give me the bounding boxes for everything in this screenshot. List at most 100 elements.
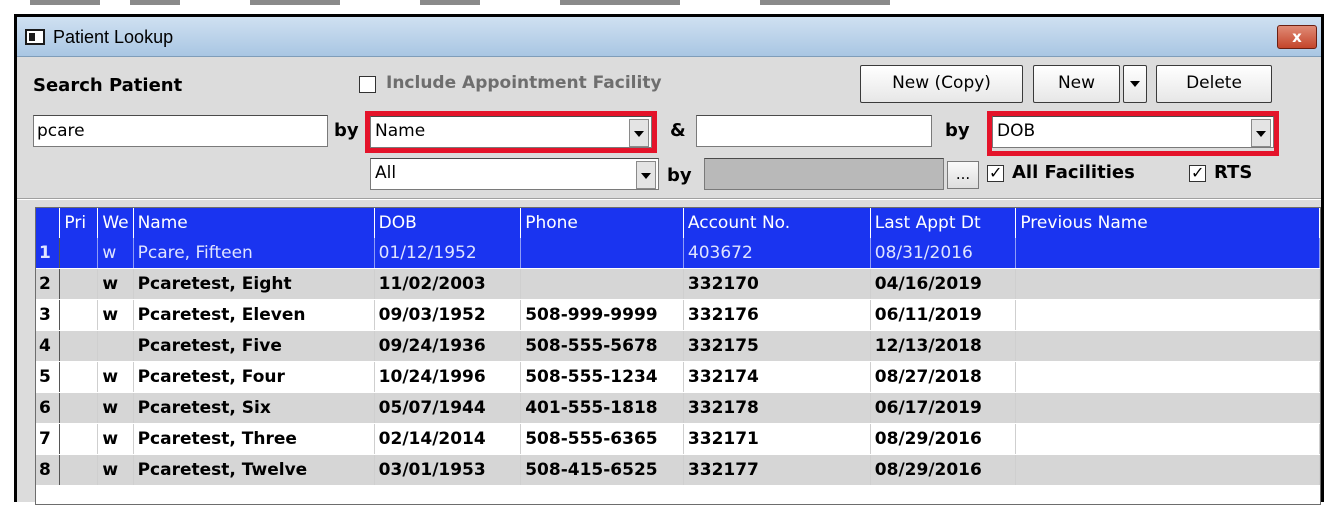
col-header-account[interactable]: Account No. bbox=[683, 208, 871, 238]
section-divider bbox=[17, 198, 1321, 200]
row-number: 7 bbox=[36, 423, 61, 455]
cell-phone: 508-555-1234 bbox=[520, 361, 684, 393]
col-header-dob[interactable]: DOB bbox=[374, 208, 522, 238]
cell-dob: 05/07/1944 bbox=[374, 392, 522, 424]
table-row[interactable]: 4 Pcaretest, Five 09/24/1936 508-555-567… bbox=[36, 330, 1320, 362]
cell-account: 332176 bbox=[683, 299, 871, 331]
col-header-we[interactable]: We bbox=[97, 208, 134, 238]
table-row[interactable]: 6 w Pcaretest, Six 05/07/1944 401-555-18… bbox=[36, 392, 1320, 424]
table-row[interactable]: 2 w Pcaretest, Eight 11/02/2003 332170 0… bbox=[36, 268, 1320, 300]
col-header-last-appt[interactable]: Last Appt Dt bbox=[870, 208, 1017, 238]
facility-input bbox=[704, 158, 944, 190]
rts-label: RTS bbox=[1214, 162, 1253, 183]
cell-last-appt: 08/31/2016 bbox=[870, 238, 1017, 269]
title-bar[interactable]: Patient Lookup x bbox=[17, 17, 1321, 57]
table-header: Pri We Name DOB Phone Account No. Last A… bbox=[36, 208, 1320, 238]
row-number: 8 bbox=[36, 454, 61, 486]
col-header-pri[interactable]: Pri bbox=[59, 208, 99, 238]
cell-account: 332171 bbox=[683, 423, 871, 455]
cell-account: 332175 bbox=[683, 330, 871, 362]
cell-pri bbox=[59, 423, 99, 455]
cell-last-appt: 12/13/2018 bbox=[870, 330, 1017, 362]
cell-previous-name bbox=[1015, 299, 1320, 331]
search-by-select[interactable]: Name bbox=[370, 116, 652, 148]
table-row[interactable]: 1 w Pcare, Fifteen 01/12/1952 403672 08/… bbox=[36, 238, 1320, 269]
all-facilities-checkbox[interactable] bbox=[987, 163, 1004, 182]
cell-last-appt: 04/16/2019 bbox=[870, 268, 1017, 300]
cell-previous-name bbox=[1015, 454, 1320, 486]
cell-previous-name bbox=[1015, 238, 1320, 269]
close-button[interactable]: x bbox=[1277, 25, 1317, 49]
dropdown-arrow-icon[interactable] bbox=[636, 161, 656, 189]
cell-phone: 508-555-6365 bbox=[520, 423, 684, 455]
cell-pri bbox=[59, 392, 99, 424]
cell-name: Pcare, Fifteen bbox=[133, 238, 375, 269]
window-title: Patient Lookup bbox=[53, 27, 174, 47]
include-facility-label: Include Appointment Facility bbox=[386, 73, 662, 93]
cell-dob: 09/03/1952 bbox=[374, 299, 522, 331]
col-header-rownum[interactable] bbox=[36, 208, 61, 238]
new-button[interactable]: New bbox=[1033, 65, 1120, 103]
cell-pri bbox=[59, 330, 99, 362]
cell-pri bbox=[59, 268, 99, 300]
patient-results-grid[interactable]: Pri We Name DOB Phone Account No. Last A… bbox=[35, 207, 1321, 505]
filter-select[interactable]: All bbox=[370, 158, 659, 190]
row-number: 1 bbox=[36, 238, 61, 269]
include-facility-checkbox[interactable] bbox=[359, 76, 376, 93]
cell-account: 332177 bbox=[683, 454, 871, 486]
cell-name: Pcaretest, Five bbox=[133, 330, 375, 362]
cell-name: Pcaretest, Six bbox=[133, 392, 375, 424]
table-row[interactable]: 3 w Pcaretest, Eleven 09/03/1952 508-999… bbox=[36, 299, 1320, 331]
browse-button[interactable]: ... bbox=[947, 161, 979, 189]
col-header-previous-name[interactable]: Previous Name bbox=[1015, 208, 1320, 238]
row-number: 4 bbox=[36, 330, 61, 362]
cell-name: Pcaretest, Four bbox=[133, 361, 375, 393]
cell-pri bbox=[59, 361, 99, 393]
col-header-name[interactable]: Name bbox=[133, 208, 375, 238]
by-label-3: by bbox=[667, 165, 692, 186]
cell-previous-name bbox=[1015, 330, 1320, 362]
cell-account: 403672 bbox=[683, 238, 871, 269]
delete-button[interactable]: Delete bbox=[1156, 65, 1272, 103]
results-table: Pri We Name DOB Phone Account No. Last A… bbox=[36, 208, 1320, 486]
cell-we: w bbox=[97, 423, 134, 455]
cell-account: 332178 bbox=[683, 392, 871, 424]
cell-phone bbox=[520, 238, 684, 269]
cell-pri bbox=[59, 299, 99, 331]
table-row[interactable]: 7 w Pcaretest, Three 02/14/2014 508-555-… bbox=[36, 423, 1320, 455]
table-row[interactable]: 8 w Pcaretest, Twelve 03/01/1953 508-415… bbox=[36, 454, 1320, 486]
cell-previous-name bbox=[1015, 268, 1320, 300]
row-number: 5 bbox=[36, 361, 61, 393]
new-dropdown-button[interactable] bbox=[1123, 65, 1147, 103]
table-row[interactable]: 5 w Pcaretest, Four 10/24/1996 508-555-1… bbox=[36, 361, 1320, 393]
cell-phone: 508-415-6525 bbox=[520, 454, 684, 486]
cell-phone: 508-999-9999 bbox=[520, 299, 684, 331]
cell-dob: 03/01/1953 bbox=[374, 454, 522, 486]
rts-checkbox[interactable] bbox=[1189, 163, 1206, 182]
cell-account: 332170 bbox=[683, 268, 871, 300]
window-icon bbox=[25, 29, 45, 45]
cell-phone bbox=[520, 268, 684, 300]
cell-name: Pcaretest, Eleven bbox=[133, 299, 375, 331]
cell-name: Pcaretest, Twelve bbox=[133, 454, 375, 486]
second-search-by-select[interactable]: DOB bbox=[992, 116, 1274, 148]
secondary-search-input[interactable] bbox=[696, 115, 932, 147]
cell-previous-name bbox=[1015, 423, 1320, 455]
cell-we: w bbox=[97, 238, 134, 269]
cell-we: w bbox=[97, 361, 134, 393]
cell-last-appt: 06/11/2019 bbox=[870, 299, 1017, 331]
cell-previous-name bbox=[1015, 361, 1320, 393]
row-number: 3 bbox=[36, 299, 61, 331]
cell-account: 332174 bbox=[683, 361, 871, 393]
new-copy-button[interactable]: New (Copy) bbox=[860, 65, 1023, 103]
cell-last-appt: 06/17/2019 bbox=[870, 392, 1017, 424]
primary-search-input[interactable]: pcare bbox=[33, 115, 328, 147]
row-number: 2 bbox=[36, 268, 61, 300]
cell-we bbox=[97, 330, 134, 362]
cell-name: Pcaretest, Three bbox=[133, 423, 375, 455]
cell-dob: 01/12/1952 bbox=[374, 238, 522, 269]
dropdown-arrow-icon[interactable] bbox=[629, 119, 649, 147]
cell-we: w bbox=[97, 392, 134, 424]
dropdown-arrow-icon[interactable] bbox=[1251, 119, 1271, 147]
col-header-phone[interactable]: Phone bbox=[520, 208, 684, 238]
